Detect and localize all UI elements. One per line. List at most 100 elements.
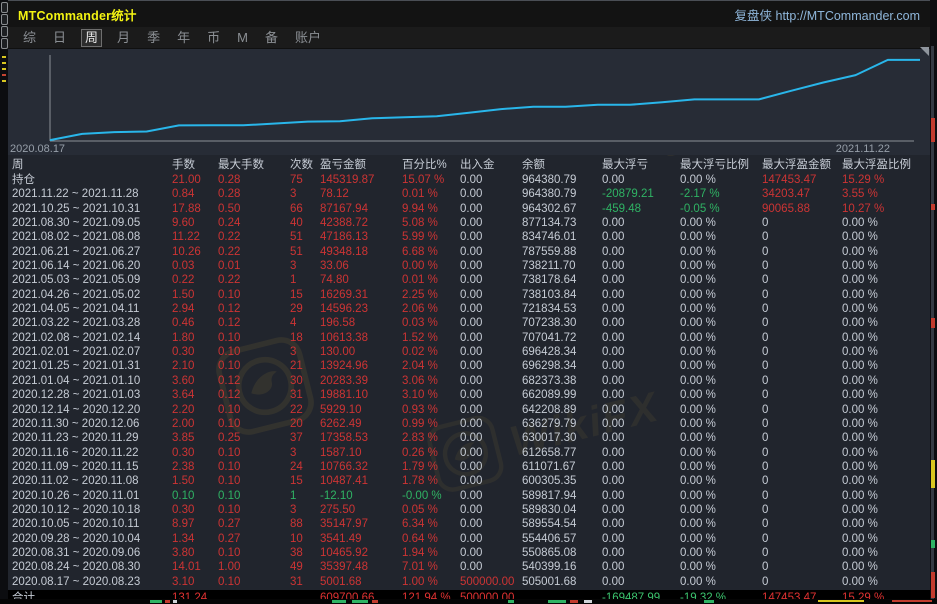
cell: 0.01 (218, 259, 290, 273)
cell: 0.00 (460, 446, 522, 460)
column-header[interactable]: 次数 (290, 158, 320, 173)
table-row[interactable]: 2021.06.21 ~ 2021.06.2710.260.225149348.… (8, 245, 930, 259)
cell: 0.05 % (402, 503, 460, 517)
menu-item-10[interactable]: 账户 (293, 30, 323, 46)
cell: 0.00 (460, 474, 522, 488)
cell: 2020.10.26 ~ 2020.11.01 (12, 489, 172, 503)
column-header[interactable]: 百分比% (402, 158, 460, 173)
cell: 0.00 % (680, 503, 762, 517)
table-row[interactable]: 2020.08.31 ~ 2020.09.063.800.103810465.9… (8, 546, 930, 560)
cell: 787559.88 (522, 245, 602, 259)
table-row[interactable]: 2020.10.05 ~ 2020.10.118.970.278835147.9… (8, 517, 930, 531)
chart-end-date-label: 2021.11.22 (836, 143, 890, 155)
table-row[interactable]: 2021.03.22 ~ 2021.03.280.460.124196.580.… (8, 316, 930, 330)
menu-item-7[interactable]: 币 (205, 30, 222, 46)
cell: 0.00 (460, 230, 522, 244)
resize-grip-icon[interactable] (920, 47, 929, 56)
cell: 37 (290, 431, 320, 445)
menu-item-2[interactable]: 日 (51, 30, 68, 46)
cell: 7.01 % (402, 560, 460, 574)
table-row[interactable]: 2020.10.12 ~ 2020.10.180.300.103275.500.… (8, 503, 930, 517)
table-row[interactable]: 2021.10.25 ~ 2021.10.3117.880.506687167.… (8, 202, 930, 216)
cell: 0.00 % (680, 288, 762, 302)
table-row[interactable]: 2020.09.28 ~ 2020.10.041.340.27103541.49… (8, 532, 930, 546)
cell: 3 (290, 446, 320, 460)
column-header[interactable]: 盈亏金额 (320, 158, 402, 173)
cell: 2.38 (172, 460, 218, 474)
column-header[interactable]: 最大浮盈金额 (762, 158, 842, 173)
cell: 0.00 (460, 417, 522, 431)
cell: 2020.10.05 ~ 2020.10.11 (12, 517, 172, 531)
table-row[interactable]: 2020.11.16 ~ 2020.11.220.300.1031587.100… (8, 446, 930, 460)
table-row[interactable]: 2021.06.14 ~ 2021.06.200.030.01333.060.0… (8, 259, 930, 273)
holding-row[interactable]: 持仓21.000.2875145319.8715.07 %0.00964380.… (8, 173, 930, 187)
mtcommander-link[interactable]: 复盘侠 http://MTCommander.com (735, 5, 920, 24)
menu-item-5[interactable]: 季 (145, 30, 162, 46)
cell: 0.00 (602, 532, 680, 546)
menu-item-9[interactable]: 备 (263, 30, 280, 46)
cell: 42388.72 (320, 216, 402, 230)
column-header[interactable]: 最大手数 (218, 158, 290, 173)
table-row[interactable]: 2021.04.05 ~ 2021.04.112.940.122914596.2… (8, 302, 930, 316)
cell: 589817.94 (522, 489, 602, 503)
table-row[interactable]: 2020.11.30 ~ 2020.12.062.000.10206262.49… (8, 417, 930, 431)
table-row[interactable]: 2020.12.14 ~ 2020.12.202.200.10225929.10… (8, 403, 930, 417)
table-row[interactable]: 2020.10.26 ~ 2020.11.010.100.101-12.10-0… (8, 489, 930, 503)
menu-item-1[interactable]: 综 (21, 30, 38, 46)
cell: 0.00 % (680, 374, 762, 388)
cell: 0.00 (460, 546, 522, 560)
column-header[interactable]: 周 (12, 158, 172, 173)
table-row[interactable]: 2021.02.01 ~ 2021.02.070.300.103130.000.… (8, 345, 930, 359)
cell: 2020.11.23 ~ 2020.11.29 (12, 431, 172, 445)
table-row[interactable]: 2020.11.09 ~ 2020.11.152.380.102410766.3… (8, 460, 930, 474)
cell: 2020.12.14 ~ 2020.12.20 (12, 403, 172, 417)
chart-start-date-label: 2020.08.17 (10, 143, 65, 155)
table-row[interactable]: 2021.08.02 ~ 2021.08.0811.220.225147186.… (8, 230, 930, 244)
cell: 834746.01 (522, 230, 602, 244)
cell: 0.00 % (680, 345, 762, 359)
table-row[interactable]: 2020.08.24 ~ 2020.08.3014.011.004935397.… (8, 560, 930, 574)
cell: 0.00 % (842, 517, 930, 531)
table-row[interactable]: 2020.11.23 ~ 2020.11.293.850.253717358.5… (8, 431, 930, 445)
cell: 75 (290, 173, 320, 187)
table-row[interactable]: 2021.08.30 ~ 2021.09.059.600.244042388.7… (8, 216, 930, 230)
cell: 0.00 % (680, 173, 762, 187)
cell: 0.00 (602, 489, 680, 503)
menu-item-6[interactable]: 年 (175, 30, 192, 46)
cell: 0.00 (460, 560, 522, 574)
cell: 0.00 % (842, 575, 930, 589)
column-header[interactable]: 手数 (172, 158, 218, 173)
table-row[interactable]: 2021.01.25 ~ 2021.01.312.100.102113924.9… (8, 359, 930, 373)
table-row[interactable]: 2020.08.17 ~ 2020.08.233.100.10315001.68… (8, 575, 930, 589)
menu-item-4[interactable]: 月 (115, 30, 132, 46)
cell: 3541.49 (320, 532, 402, 546)
table-row[interactable]: 2021.04.26 ~ 2021.05.021.500.101516269.3… (8, 288, 930, 302)
table-row[interactable]: 2021.01.04 ~ 2021.01.103.600.123020283.3… (8, 374, 930, 388)
chart-fragment (570, 600, 578, 603)
menu-item-8[interactable]: M (235, 30, 250, 46)
chart-fragment (2, 62, 6, 64)
chart-fragment (931, 572, 935, 598)
cell: 0.00 (602, 230, 680, 244)
menu-item-3[interactable]: 周 (81, 29, 102, 47)
column-header[interactable]: 最大浮亏 (602, 158, 680, 173)
column-header[interactable]: 最大浮盈比例 (842, 158, 930, 173)
cell: 0.10 (218, 503, 290, 517)
table-row[interactable]: 2021.02.08 ~ 2021.02.141.800.101810613.3… (8, 331, 930, 345)
chart-fragment (352, 600, 368, 603)
table-row[interactable]: 2020.11.02 ~ 2020.11.081.500.101510487.4… (8, 474, 930, 488)
column-header[interactable]: 最大浮亏比例 (680, 158, 762, 173)
table-row[interactable]: 2021.11.22 ~ 2021.11.280.840.28378.120.0… (8, 187, 930, 201)
table-row[interactable]: 2020.12.28 ~ 2021.01.033.640.123119881.1… (8, 388, 930, 402)
cell: 0 (762, 460, 842, 474)
cell: 6.34 % (402, 517, 460, 531)
table-row[interactable]: 2021.05.03 ~ 2021.05.090.220.22174.800.0… (8, 273, 930, 287)
cell: 0.00 (602, 388, 680, 402)
cell: -0.00 % (402, 489, 460, 503)
column-header[interactable]: 余额 (522, 158, 602, 173)
cell: 0.00 % (680, 216, 762, 230)
column-header[interactable]: 出入金 (460, 158, 522, 173)
cell: 10766.32 (320, 460, 402, 474)
cell: 0 (762, 489, 842, 503)
cell: 2021.10.25 ~ 2021.10.31 (12, 202, 172, 216)
